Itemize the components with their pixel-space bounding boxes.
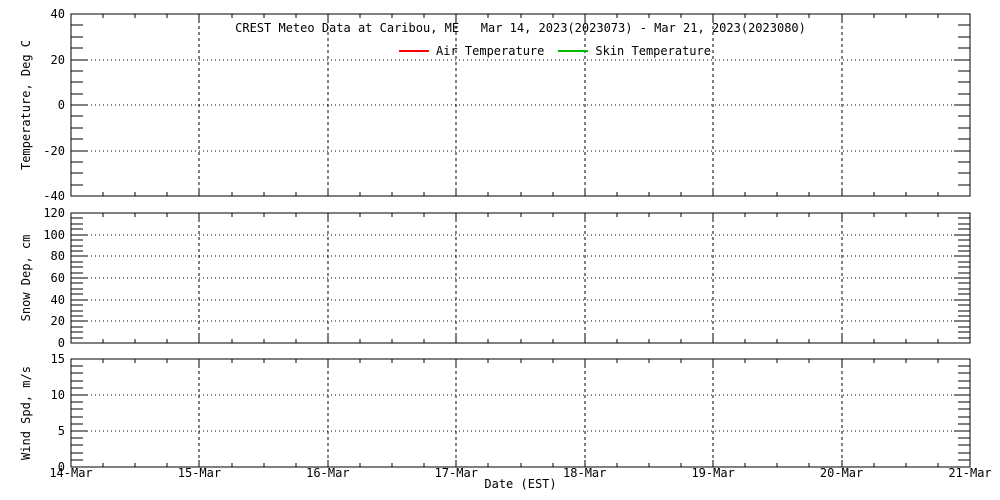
meteo-plot-page: -40-200204002040608010012005101514-Mar15… [0, 0, 1000, 500]
y-tick-label: 40 [51, 293, 65, 307]
legend-label: Skin Temperature [595, 44, 711, 58]
y-tick-label: 80 [51, 249, 65, 263]
chart-title: CREST Meteo Data at Caribou, ME Mar 14, … [71, 21, 970, 35]
y-tick-label: 0 [58, 336, 65, 350]
y-tick-label: 120 [43, 206, 65, 220]
y-axis-title-wind-speed: Wind Spd, m/s [19, 366, 33, 460]
y-tick-label: 20 [51, 314, 65, 328]
y-tick-label: 5 [58, 424, 65, 438]
subplot-snow-depth: 0 20 40 60 80 100 120 [43, 206, 970, 350]
y-tick-label: 0 [58, 98, 65, 112]
y-tick-label: 10 [51, 388, 65, 402]
subplot-wind-speed: 051015 [51, 352, 970, 474]
y-axis-title-snow-depth: Snow Dep, cm [19, 235, 33, 322]
y-tick-label: -20 [43, 144, 65, 158]
meteo-chart: -40-200204002040608010012005101514-Mar15… [0, 0, 1000, 500]
legend-line-swatch [558, 50, 588, 52]
y-tick-label: -40 [43, 189, 65, 203]
y-tick-label: 100 [43, 228, 65, 242]
x-axis-title: Date (EST) [71, 477, 970, 491]
y-axis-title-temperature: Temperature, Deg C [19, 40, 33, 170]
legend-label: Air Temperature [436, 44, 544, 58]
subplot-temperature: -40 -20 0 20 40 [43, 7, 970, 203]
y-tick-label: 60 [51, 271, 65, 285]
legend-line-swatch [399, 50, 429, 52]
y-tick-label: 15 [51, 352, 65, 366]
y-tick-label: 20 [51, 53, 65, 67]
plot-frame [71, 359, 970, 467]
y-tick-label: 40 [51, 7, 65, 21]
legend-item: Skin Temperature [558, 44, 711, 58]
legend: Air Temperature Skin Temperature [399, 44, 711, 58]
legend-item: Air Temperature [399, 44, 544, 58]
